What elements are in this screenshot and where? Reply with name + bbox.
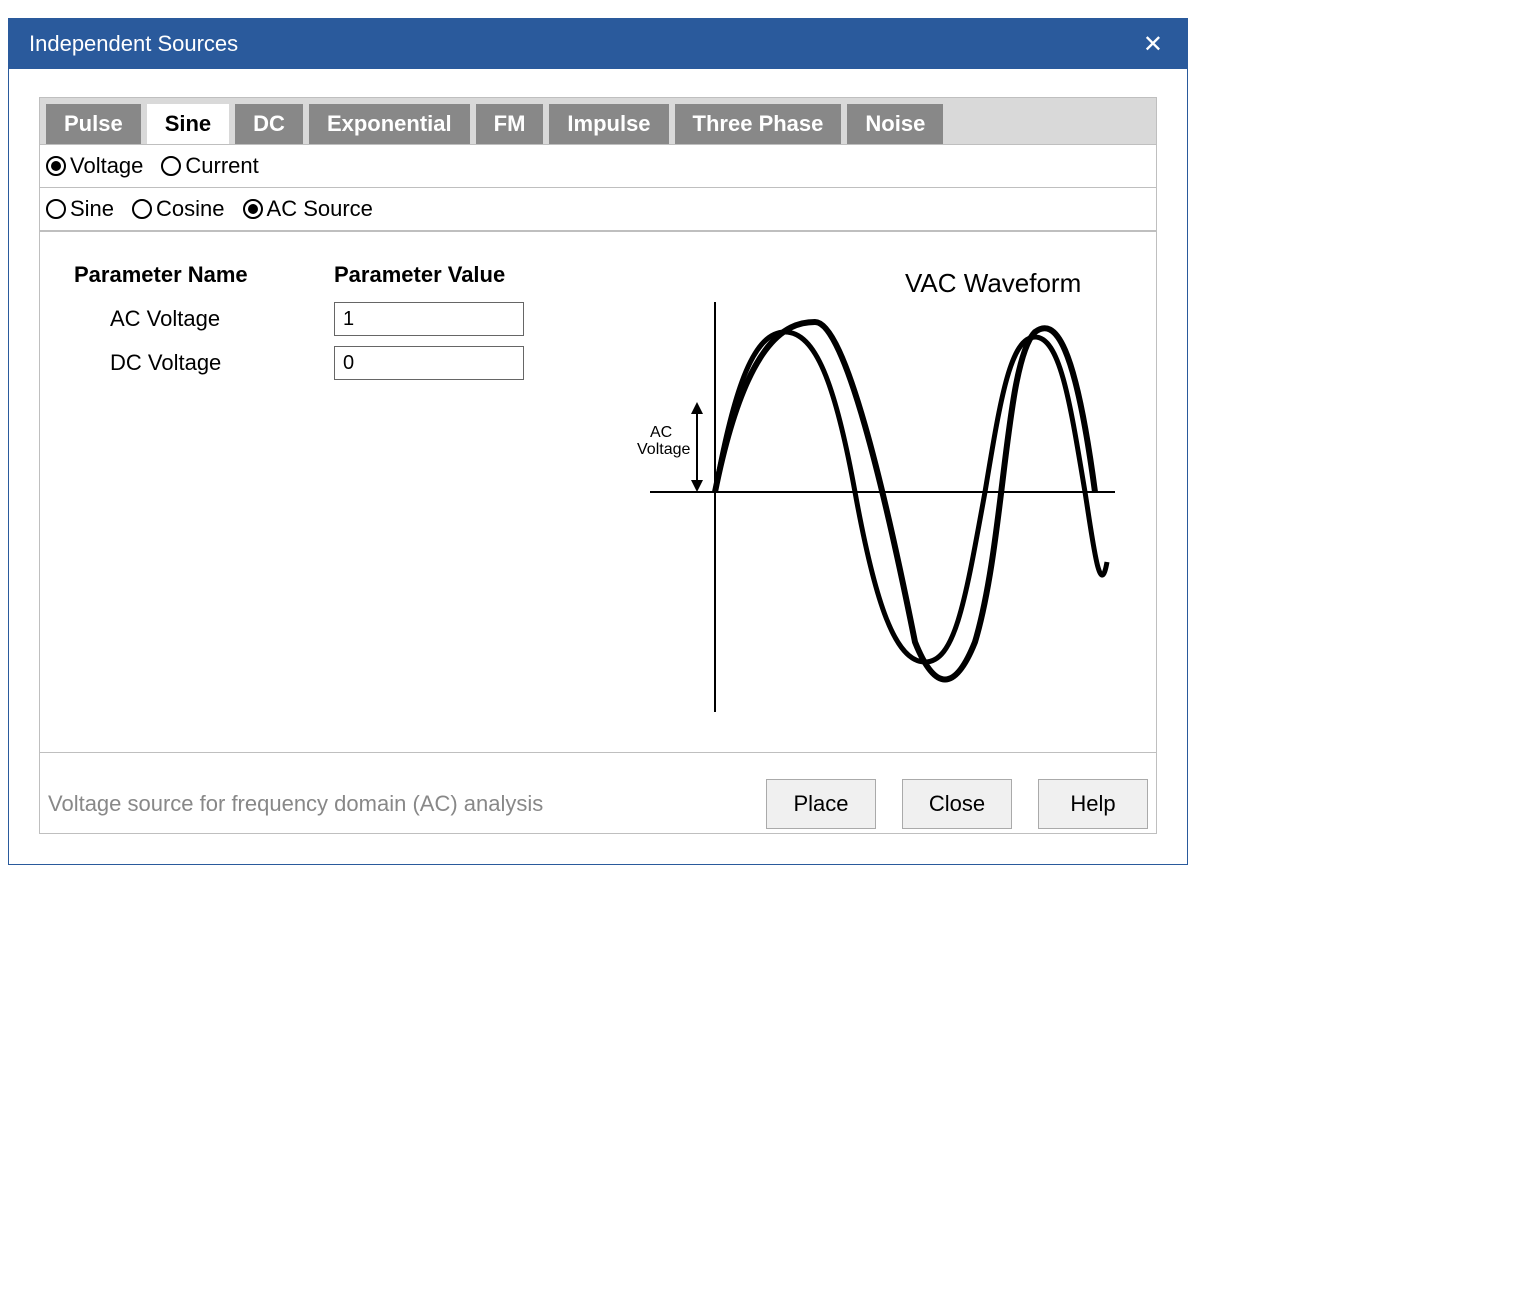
tab-sine[interactable]: Sine: [147, 104, 229, 144]
wave-kind-row: Sine Cosine AC Source: [40, 188, 1156, 231]
radio-voltage-label: Voltage: [70, 153, 143, 179]
radio-sine-label: Sine: [70, 196, 114, 222]
amplitude-arrow-up-icon: [691, 402, 703, 414]
tab-dc[interactable]: DC: [235, 104, 303, 144]
param-dc-voltage-input[interactable]: [334, 346, 524, 380]
param-dc-voltage-row: DC Voltage: [74, 346, 613, 380]
dialog-content: Pulse Sine DC Exponential FM Impulse Thr…: [9, 69, 1187, 864]
chart-title-text: VAC Waveform: [905, 268, 1081, 298]
waveform-svg: VAC Waveform AC Voltage: [625, 262, 1125, 722]
independent-sources-dialog: Independent Sources ✕ Pulse Sine DC Expo…: [8, 18, 1188, 865]
close-icon[interactable]: ✕: [1133, 26, 1173, 63]
panel-sine: Voltage Current Sine Cosine: [39, 145, 1157, 834]
chart-ylabel-line2: Voltage: [637, 441, 690, 458]
radio-icon: [243, 199, 263, 219]
help-button[interactable]: Help: [1038, 779, 1148, 829]
waveform-curve: [715, 322, 1095, 680]
tab-pulse[interactable]: Pulse: [46, 104, 141, 144]
radio-current[interactable]: Current: [161, 153, 258, 179]
tab-three-phase[interactable]: Three Phase: [675, 104, 842, 144]
param-header-value: Parameter Value: [334, 262, 554, 288]
tab-exponential[interactable]: Exponential: [309, 104, 470, 144]
radio-ac-source-label: AC Source: [267, 196, 373, 222]
radio-ac-source[interactable]: AC Source: [243, 196, 373, 222]
radio-cosine-label: Cosine: [156, 196, 224, 222]
chart-ylabel-line1: AC: [650, 424, 672, 441]
footer: Voltage source for frequency domain (AC)…: [40, 753, 1156, 833]
amplitude-arrow-down-icon: [691, 480, 703, 492]
window-title: Independent Sources: [29, 31, 1133, 57]
tab-noise[interactable]: Noise: [847, 104, 943, 144]
param-ac-voltage-input[interactable]: [334, 302, 524, 336]
close-button[interactable]: Close: [902, 779, 1012, 829]
param-header-name: Parameter Name: [74, 262, 334, 288]
radio-icon: [132, 199, 152, 219]
place-button[interactable]: Place: [766, 779, 876, 829]
radio-icon: [46, 156, 66, 176]
tab-impulse[interactable]: Impulse: [549, 104, 668, 144]
footer-description: Voltage source for frequency domain (AC)…: [48, 791, 766, 817]
radio-voltage[interactable]: Voltage: [46, 153, 143, 179]
waveform-curve-main: [715, 322, 1090, 667]
radio-icon: [46, 199, 66, 219]
radio-current-label: Current: [185, 153, 258, 179]
tab-fm[interactable]: FM: [476, 104, 544, 144]
titlebar: Independent Sources ✕: [9, 19, 1187, 69]
parameter-table: Parameter Name Parameter Value AC Voltag…: [48, 262, 613, 732]
param-ac-voltage-row: AC Voltage: [74, 302, 613, 336]
body-row: Parameter Name Parameter Value AC Voltag…: [40, 232, 1156, 742]
source-kind-row: Voltage Current: [40, 145, 1156, 188]
waveform-preview: VAC Waveform AC Voltage: [625, 262, 1148, 732]
radio-icon: [161, 156, 181, 176]
tab-strip: Pulse Sine DC Exponential FM Impulse Thr…: [39, 97, 1157, 145]
radio-cosine[interactable]: Cosine: [132, 196, 224, 222]
radio-sine[interactable]: Sine: [46, 196, 114, 222]
param-ac-voltage-label: AC Voltage: [74, 306, 334, 332]
param-dc-voltage-label: DC Voltage: [74, 350, 334, 376]
